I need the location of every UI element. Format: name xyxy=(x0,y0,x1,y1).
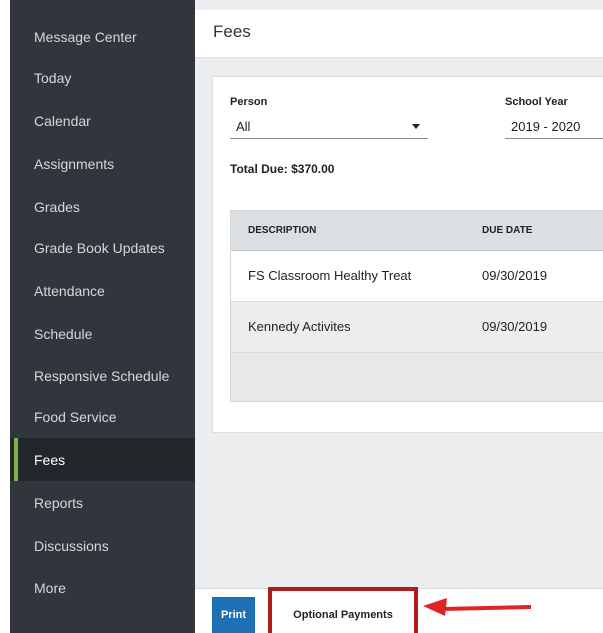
sidebar-item-food-service[interactable]: Food Service xyxy=(10,395,195,438)
optional-payments-label: Optional Payments xyxy=(293,609,393,621)
sidebar-item-label: Today xyxy=(34,69,72,86)
sidebar-item-discussions[interactable]: Discussions xyxy=(10,524,195,567)
sidebar-item-calendar[interactable]: Calendar xyxy=(10,99,195,142)
sidebar-item-label: Discussions xyxy=(34,537,109,554)
page-title: Fees xyxy=(213,22,251,41)
total-due: Total Due: $370.00 xyxy=(230,162,335,176)
sidebar-item-message-center[interactable]: Message Center xyxy=(10,15,195,58)
page-header: Fees xyxy=(195,10,603,58)
sidebar-item-grades[interactable]: Grades xyxy=(10,185,195,228)
sidebar-item-label: Fees xyxy=(34,451,66,468)
table-cell-description: FS Classroom Healthy Treat xyxy=(248,268,412,283)
sidebar-item-label: Schedule xyxy=(34,325,93,342)
column-header-due-date: DUE DATE xyxy=(482,225,533,236)
sidebar-item-label: Responsive Schedule xyxy=(34,367,170,384)
sidebar-nav: Message Center Today Calendar Assignment… xyxy=(0,0,195,633)
sidebar-item-label: Grades xyxy=(34,198,80,215)
sidebar-item-label: Reports xyxy=(34,494,84,511)
school-year-label: School Year xyxy=(505,96,568,108)
annotation-arrow-icon xyxy=(423,598,532,616)
sidebar-item-label: Message Center xyxy=(34,28,137,45)
person-label: Person xyxy=(230,96,268,108)
sidebar-item-label: Food Service xyxy=(34,408,117,425)
table-row[interactable]: Kennedy Activites 09/30/2019 xyxy=(231,302,603,353)
person-select[interactable]: All xyxy=(230,114,428,139)
table-cell-due-date: 09/30/2019 xyxy=(482,268,548,283)
sidebar-item-reports[interactable]: Reports xyxy=(10,481,195,524)
sidebar-item-today[interactable]: Today xyxy=(10,56,195,99)
fees-table: DESCRIPTION DUE DATE FS Classroom Health… xyxy=(230,210,603,402)
sidebar-item-fees[interactable]: Fees xyxy=(10,438,195,481)
main-content: Fees Person All School Year 2019 - 2020 … xyxy=(195,0,603,633)
sidebar-item-schedule[interactable]: Schedule xyxy=(10,312,195,355)
table-footer-row xyxy=(231,353,603,401)
fees-card: Person All School Year 2019 - 2020 Total… xyxy=(212,76,603,433)
print-button[interactable]: Print xyxy=(212,597,255,633)
column-header-description: DESCRIPTION xyxy=(248,225,317,236)
person-select-value: All xyxy=(236,118,251,134)
sidebar-item-label: Attendance xyxy=(34,282,105,299)
school-year-select[interactable]: 2019 - 2020 xyxy=(505,114,603,139)
table-cell-description: Kennedy Activites xyxy=(248,319,351,334)
sidebar-item-label: Calendar xyxy=(34,112,91,129)
school-year-select-value: 2019 - 2020 xyxy=(511,118,581,134)
sidebar-item-attendance[interactable]: Attendance xyxy=(10,269,195,312)
sidebar-item-more[interactable]: More xyxy=(10,566,195,609)
table-row[interactable]: FS Classroom Healthy Treat 09/30/2019 xyxy=(231,251,603,302)
sidebar-item-assignments[interactable]: Assignments xyxy=(10,142,195,185)
table-cell-due-date: 09/30/2019 xyxy=(482,319,548,334)
sidebar-item-label: More xyxy=(34,579,66,596)
sidebar-item-grade-book-updates[interactable]: Grade Book Updates xyxy=(10,226,195,269)
dropdown-caret-icon xyxy=(412,124,420,129)
optional-payments-button[interactable]: Optional Payments xyxy=(268,587,418,633)
sidebar-item-label: Grade Book Updates xyxy=(34,239,165,256)
sidebar-item-label: Assignments xyxy=(34,155,115,172)
sidebar-item-responsive-schedule[interactable]: Responsive Schedule xyxy=(10,354,195,397)
table-header: DESCRIPTION DUE DATE xyxy=(231,211,603,251)
